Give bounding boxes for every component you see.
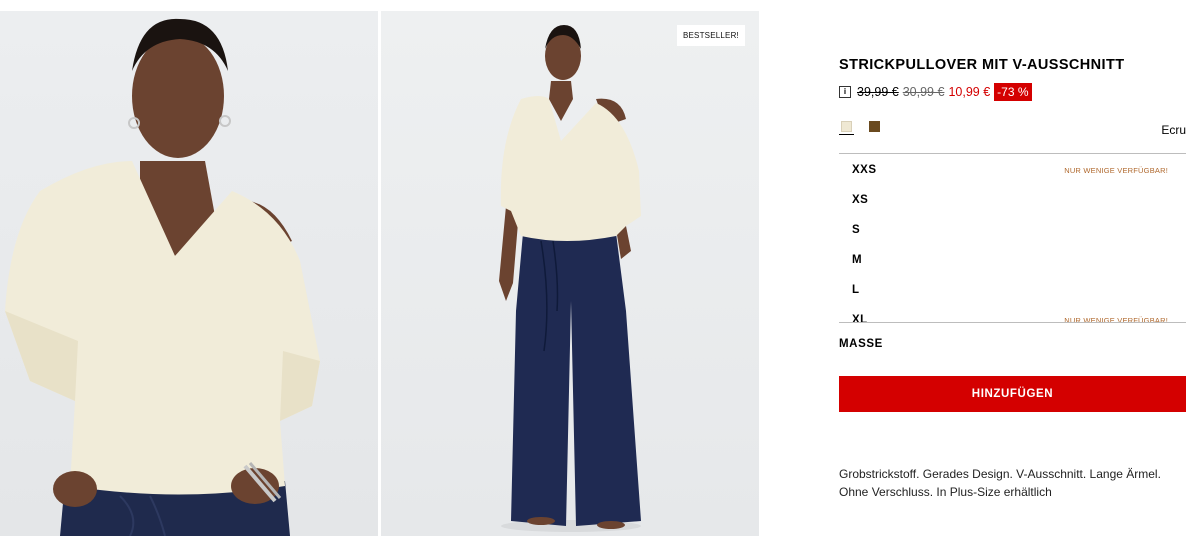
product-photo-fullbody[interactable]: BESTSELLER! [381,11,759,536]
product-photo-closeup[interactable] [0,11,378,536]
low-stock-note: NUR WENIGE VERFÜGBAR! [1064,166,1168,175]
price-previous: 30,99 € [902,85,945,99]
size-label: XL [852,314,868,323]
size-label: XS [852,194,869,206]
model-closeup-illustration [5,18,320,536]
size-label: M [852,254,863,266]
product-title: STRICKPULLOVER MIT V-AUSSCHNITT [839,57,1125,73]
masse-link[interactable]: MASSE [839,338,883,350]
size-option-m[interactable]: M [839,244,1186,274]
size-option-xl[interactable]: XL NUR WENIGE VERFÜGBAR! [839,304,1186,323]
size-label: L [852,284,860,296]
product-detail-panel: STRICKPULLOVER MIT V-AUSSCHNITT i 39,99 … [839,0,1186,536]
discount-badge: -73 % [994,83,1032,101]
size-option-xxs[interactable]: XXS NUR WENIGE VERFÜGBAR! [839,154,1186,184]
add-to-cart-button[interactable]: HINZUFÜGEN [839,376,1186,412]
size-label: XXS [852,164,877,176]
bestseller-badge: BESTSELLER! [676,25,745,46]
color-swatch-ecru[interactable] [841,121,852,132]
price-current: 10,99 € [948,85,991,99]
size-option-s[interactable]: S [839,214,1186,244]
price-original: 39,99 € [857,85,899,99]
info-icon[interactable]: i [839,86,851,98]
price-row: i 39,99 € 30,99 € 10,99 € -73 % [839,83,1032,101]
selected-color-name: Ecru [1161,123,1186,137]
size-list: XXS NUR WENIGE VERFÜGBAR! XS S M L XL NUR WENIG… [839,154,1186,323]
size-selector[interactable]: XXS NUR WENIGE VERFÜGBAR! XS S M L XL NUR WENIG… [839,153,1186,323]
size-option-xs[interactable]: XS [839,184,1186,214]
product-description: Grobstrickstoff. Gerades Design. V-Aussc… [839,467,1161,499]
color-swatch-brown[interactable] [869,121,880,132]
model-fullbody-illustration [499,25,641,532]
size-label: S [852,224,861,236]
selected-swatch-indicator [839,134,854,135]
size-option-l[interactable]: L [839,274,1186,304]
low-stock-note: NUR WENIGE VERFÜGBAR! [1064,316,1168,323]
